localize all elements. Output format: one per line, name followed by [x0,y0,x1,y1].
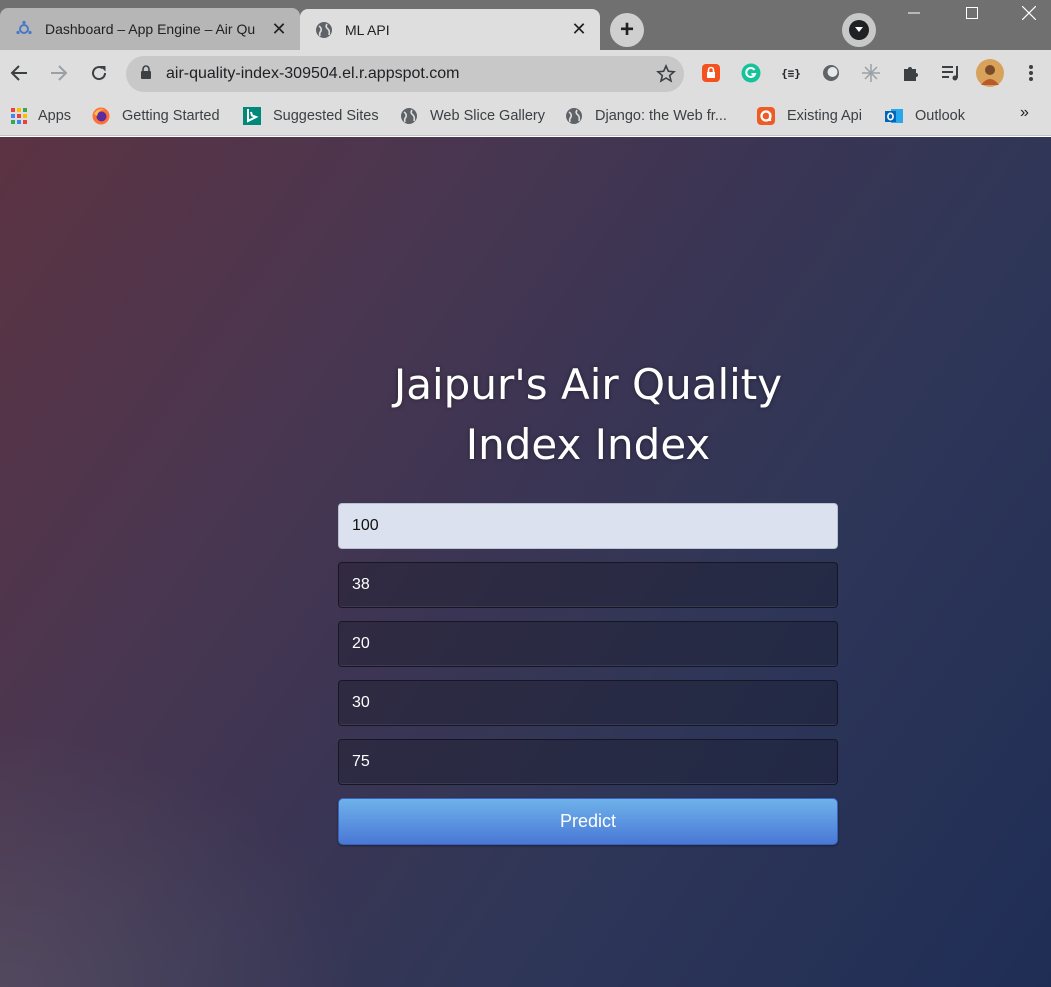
globe-icon [315,21,333,39]
back-button[interactable] [4,58,34,88]
bookmark-suggested-sites[interactable]: Suggested Sites [243,104,379,128]
bookmark-label: Existing Api [787,108,862,124]
arrow-left-icon [10,65,27,81]
input-field-5[interactable]: 75 [338,739,838,785]
bookmark-label: Outlook [915,108,965,124]
bookmark-django[interactable]: Django: the Web fr... [565,104,727,128]
lock-extension-icon[interactable] [700,62,722,84]
api-icon [757,107,775,125]
globe-icon [565,107,583,125]
browser-toolbar: air-quality-index-309504.el.r.appspot.co… [0,50,1051,97]
outlook-icon [885,107,903,125]
input-field-4[interactable]: 30 [338,680,838,726]
minimize-button[interactable] [885,0,942,26]
bookmark-label: Suggested Sites [273,108,379,124]
forward-button[interactable] [44,58,74,88]
address-bar[interactable]: air-quality-index-309504.el.r.appspot.co… [126,56,684,92]
menu-kebab-icon[interactable] [1020,62,1042,84]
grammarly-icon[interactable] [740,62,762,84]
page-content: Jaipur's Air Quality Index Index 100 38 … [0,137,1051,987]
bookmark-label: Getting Started [122,108,220,124]
bookmark-label: Web Slice Gallery [430,108,545,124]
maximize-button[interactable] [943,0,1000,26]
tab-strip: Dashboard – App Engine – Air Qu ✕ ML API… [0,0,1051,50]
bookmark-label: Django: the Web fr... [595,108,727,124]
app-engine-icon [15,20,33,38]
bookmarks-overflow-button[interactable]: » [1020,104,1029,122]
chevron-down-icon [849,20,869,40]
page-title-line-2: Index Index [465,420,711,469]
tab-search-button[interactable] [842,13,876,47]
input-field-3[interactable]: 20 [338,621,838,667]
reload-button[interactable] [84,58,114,88]
bookmarks-bar: Apps Getting Started Suggested Sites Web… [0,97,1051,136]
tab-title: ML API [345,21,390,38]
json-formatter-icon[interactable]: {≡} [780,62,802,84]
bookmark-label: Apps [38,108,72,124]
media-control-icon[interactable] [940,62,962,84]
predict-button[interactable]: Predict [338,798,838,845]
bing-icon [243,107,261,125]
circle-extension-icon[interactable] [820,62,842,84]
bookmark-getting-started[interactable]: Getting Started [92,104,220,128]
tab-ml-api[interactable]: ML API ✕ [300,9,600,50]
bookmark-outlook[interactable]: Outlook [885,104,965,128]
tab-dashboard[interactable]: Dashboard – App Engine – Air Qu ✕ [0,8,300,50]
tab-title: Dashboard – App Engine – Air Qu [45,21,256,37]
input-field-2[interactable]: 38 [338,562,838,608]
bookmark-existing-api[interactable]: Existing Api [757,104,862,128]
bookmark-apps[interactable]: Apps [10,104,71,128]
close-icon[interactable]: ✕ [570,19,588,39]
sparkle-extension-icon[interactable] [860,62,882,84]
reload-icon [92,66,107,81]
globe-icon [400,107,418,125]
puzzle-icon[interactable] [900,62,922,84]
page-title-line-1: Jaipur's Air Quality [393,360,783,409]
close-icon[interactable]: ✕ [270,19,288,39]
new-tab-button[interactable]: + [610,13,644,47]
url-text: air-quality-index-309504.el.r.appspot.co… [166,65,460,82]
input-field-1[interactable]: 100 [338,503,838,549]
close-window-button[interactable] [1000,0,1051,26]
bookmark-web-slice-gallery[interactable]: Web Slice Gallery [400,104,545,128]
arrow-right-icon [51,65,68,81]
apps-grid-icon [10,107,28,125]
bookmark-star-icon[interactable] [648,64,684,84]
lock-icon [140,64,152,84]
firefox-icon [92,107,110,125]
avatar[interactable] [976,59,1004,87]
page-title: Jaipur's Air Quality Index Index [338,355,838,475]
